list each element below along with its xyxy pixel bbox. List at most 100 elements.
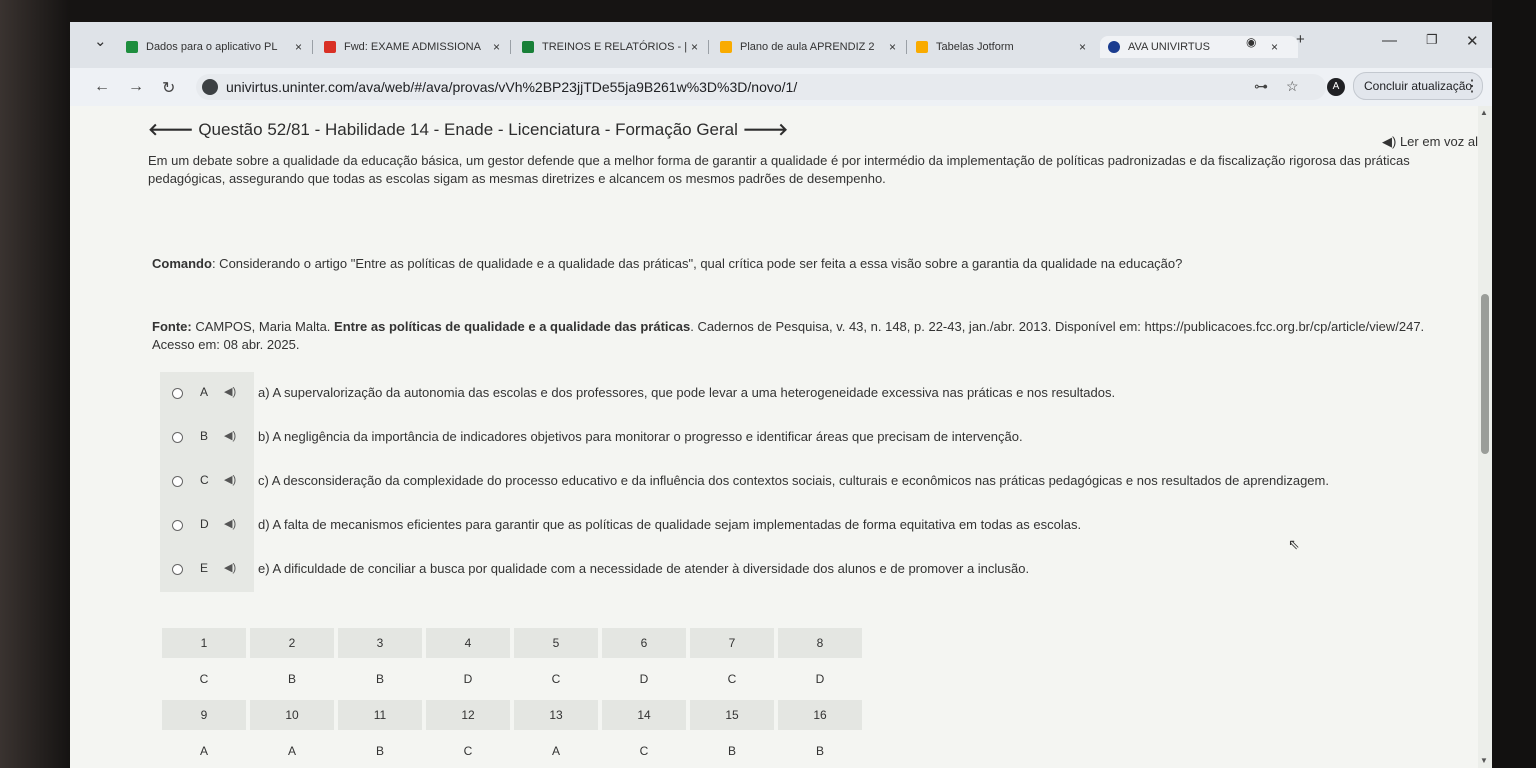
close-icon[interactable]: × [493, 40, 500, 54]
question-number-cell[interactable]: 8 [778, 628, 862, 658]
tab-label: Plano de aula APRENDIZ 2 [740, 41, 875, 53]
reload-icon[interactable]: ↻ [162, 78, 175, 98]
option-c[interactable]: C ◀) c) A desconsideração da complexidad… [160, 460, 1478, 504]
site-info-icon[interactable] [202, 79, 218, 95]
close-icon[interactable]: × [1271, 40, 1278, 54]
scroll-down-arrow-icon[interactable]: ▼ [1480, 756, 1488, 765]
answer-cell: D [602, 664, 686, 694]
tab-strip: ⌄ Dados para o aplicativo PL × Fwd: EXAM… [70, 22, 1492, 68]
option-letter: B [200, 429, 209, 443]
answer-cell: B [338, 736, 422, 766]
option-d[interactable]: D ◀) d) A falta de mecanismos eficientes… [160, 504, 1478, 548]
option-text[interactable]: d) A falta de mecanismos eficientes para… [258, 517, 1081, 532]
option-text[interactable]: c) A desconsideração da complexidade do … [258, 473, 1329, 488]
speaker-icon[interactable]: ◀) [224, 561, 236, 574]
read-aloud-button[interactable]: ◀) Ler em voz alta [1382, 134, 1489, 150]
jotform-icon [916, 41, 928, 53]
maximize-button[interactable]: ❐ [1426, 32, 1438, 48]
speaker-icon[interactable]: ◀) [224, 385, 236, 398]
speaker-icon[interactable]: ◀) [224, 473, 236, 486]
question-number-cell[interactable]: 11 [338, 700, 422, 730]
tab-plano-aula[interactable]: Plano de aula APRENDIZ 2 × [720, 36, 896, 58]
option-text[interactable]: b) A negligência da importância de indic… [258, 429, 1023, 444]
monitor-bezel-left [0, 0, 70, 768]
radio-button[interactable] [172, 476, 183, 487]
new-tab-button[interactable]: + [1296, 31, 1305, 48]
tab-label: Fwd: EXAME ADMISSIONA [344, 41, 481, 53]
mouse-cursor-icon: ⇖ [1288, 536, 1300, 552]
question-number-cell[interactable]: 10 [250, 700, 334, 730]
question-number-cell[interactable]: 3 [338, 628, 422, 658]
answer-cell: A [250, 736, 334, 766]
tab-label: AVA UNIVIRTUS [1128, 41, 1210, 53]
monitor-bezel-top [0, 0, 1536, 22]
gmail-icon [324, 41, 336, 53]
tab-dados-aplicativo[interactable]: Dados para o aplicativo PL × [126, 36, 302, 58]
scrollbar-thumb[interactable] [1481, 294, 1489, 454]
source-title: Entre as políticas de qualidade e a qual… [334, 319, 691, 334]
previous-question-icon[interactable]: 🡐 [148, 120, 194, 139]
close-icon[interactable]: × [295, 40, 302, 54]
question-number-cell[interactable]: 6 [602, 628, 686, 658]
tab-fwd-exame[interactable]: Fwd: EXAME ADMISSIONA × [324, 36, 500, 58]
forward-arrow-icon[interactable]: → [128, 78, 144, 96]
jotform-icon [720, 41, 732, 53]
source-citation: Fonte: CAMPOS, Maria Malta. Entre as pol… [152, 318, 1482, 354]
url-text[interactable]: univirtus.uninter.com/ava/web/#/ava/prov… [226, 79, 797, 95]
sheets-icon [522, 41, 534, 53]
tab-tabelas-jotform[interactable]: Tabelas Jotform × [916, 36, 1086, 58]
speaker-icon[interactable]: ◀) [224, 429, 236, 442]
question-number-cell[interactable]: 12 [426, 700, 510, 730]
radio-button[interactable] [172, 520, 183, 531]
close-window-button[interactable]: ✕ [1466, 32, 1479, 50]
browser-menu-icon[interactable]: ⋮ [1464, 76, 1480, 96]
recording-icon: ◉ [1246, 35, 1257, 49]
back-arrow-icon[interactable]: ← [94, 78, 110, 96]
radio-button[interactable] [172, 564, 183, 575]
close-icon[interactable]: × [889, 40, 896, 54]
radio-button[interactable] [172, 432, 183, 443]
question-title: 🡐 Questão 52/81 - Habilidade 14 - Enade … [148, 120, 788, 140]
tab-treinos-relatorios[interactable]: TREINOS E RELATÓRIOS - | × [522, 36, 698, 58]
source-author: CAMPOS, Maria Malta. [191, 319, 335, 334]
tab-label: TREINOS E RELATÓRIOS - | [542, 41, 688, 53]
radio-button[interactable] [172, 388, 183, 399]
speaker-icon[interactable]: ◀) [224, 517, 236, 530]
password-key-icon[interactable]: ⊶ [1254, 78, 1268, 95]
question-number-cell[interactable]: 9 [162, 700, 246, 730]
read-aloud-label: Ler em voz alta [1399, 134, 1489, 149]
tab-ava-univirtus[interactable]: AVA UNIVIRTUS × [1100, 36, 1298, 58]
question-statement: Em um debate sobre a qualidade da educaç… [148, 153, 1410, 186]
question-number-cell[interactable]: 5 [514, 628, 598, 658]
question-number-cell[interactable]: 2 [250, 628, 334, 658]
question-number-cell[interactable]: 7 [690, 628, 774, 658]
question-number-cell[interactable]: 13 [514, 700, 598, 730]
answer-cell: B [250, 664, 334, 694]
scroll-up-arrow-icon[interactable]: ▲ [1480, 108, 1488, 117]
question-number-cell[interactable]: 14 [602, 700, 686, 730]
question-number-cell[interactable]: 1 [162, 628, 246, 658]
minimize-button[interactable]: — [1382, 32, 1397, 49]
address-bar[interactable]: univirtus.uninter.com/ava/web/#/ava/prov… [196, 74, 1326, 100]
close-icon[interactable]: × [691, 40, 698, 54]
page-content: 🡐 Questão 52/81 - Habilidade 14 - Enade … [70, 106, 1489, 768]
bookmark-star-icon[interactable]: ☆ [1286, 78, 1299, 95]
answer-cell: D [778, 664, 862, 694]
option-text[interactable]: e) A dificuldade de conciliar a busca po… [258, 561, 1029, 576]
option-text[interactable]: a) A supervalorização da autonomia das e… [258, 385, 1115, 400]
source-label: Fonte: [152, 319, 192, 334]
tab-divider [906, 40, 907, 54]
option-a[interactable]: A ◀) a) A supervalorização da autonomia … [160, 372, 1478, 416]
profile-avatar[interactable]: A [1327, 78, 1345, 96]
command-line: Comando: Considerando o artigo "Entre as… [152, 256, 1182, 271]
close-icon[interactable]: × [1079, 40, 1086, 54]
option-b[interactable]: B ◀) b) A negligência da importância de … [160, 416, 1478, 460]
question-number-cell[interactable]: 15 [690, 700, 774, 730]
next-question-icon[interactable]: 🡒 [743, 120, 789, 139]
tab-divider [510, 40, 511, 54]
question-number-cell[interactable]: 16 [778, 700, 862, 730]
question-number-cell[interactable]: 4 [426, 628, 510, 658]
option-e[interactable]: E ◀) e) A dificuldade de conciliar a bus… [160, 548, 1478, 592]
tab-search-icon[interactable]: ⌄ [94, 32, 107, 50]
monitor-bezel-right [1492, 0, 1536, 768]
